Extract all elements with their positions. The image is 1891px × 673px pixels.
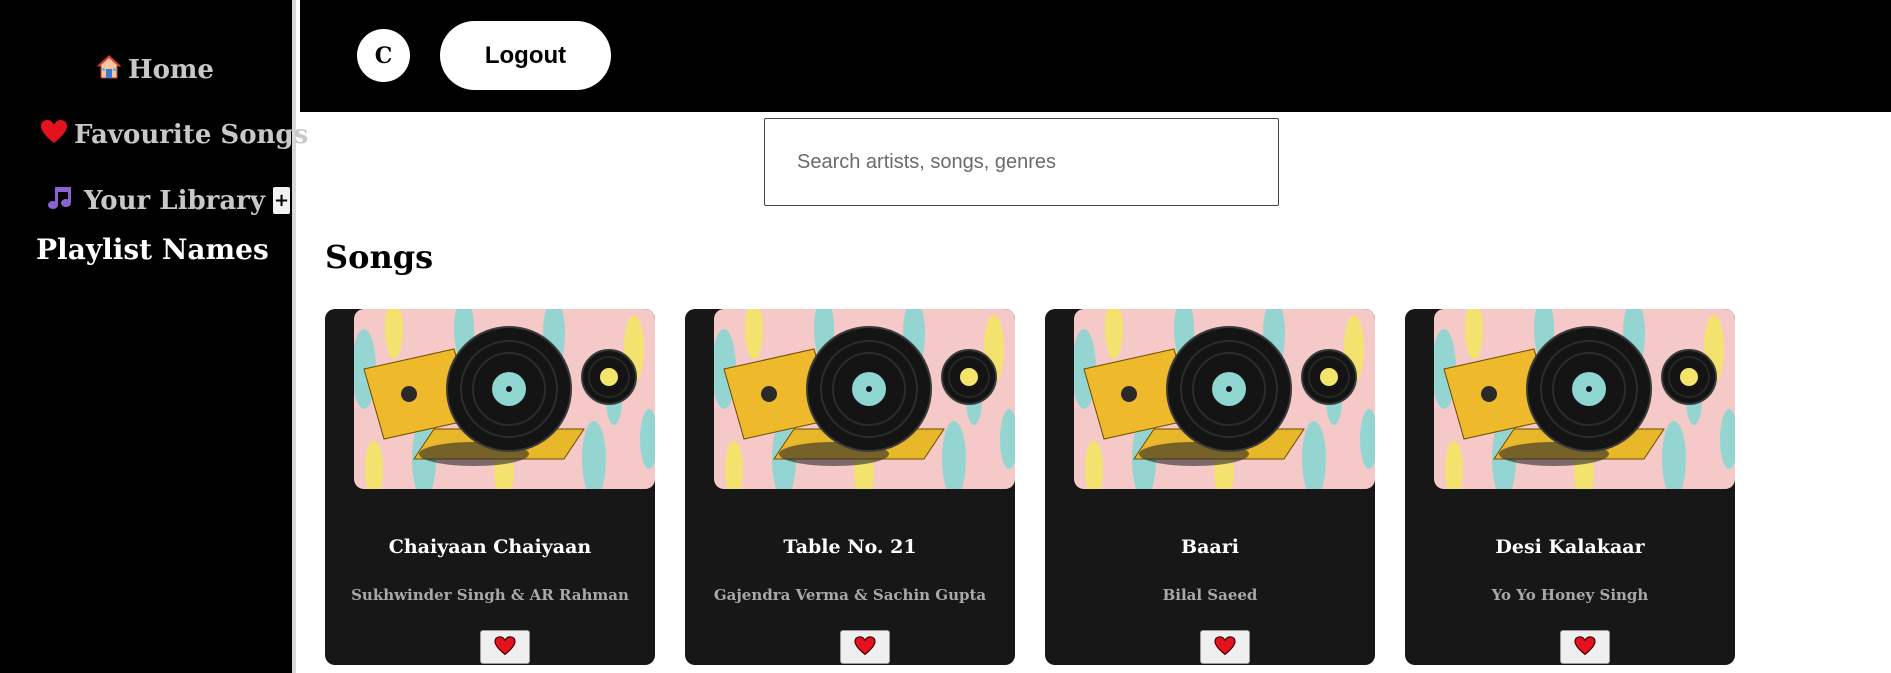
song-artist: Bilal Saeed bbox=[1162, 586, 1258, 604]
heart-icon bbox=[1574, 635, 1596, 659]
sidebar-item-label: Your Library bbox=[84, 185, 265, 216]
favourite-button[interactable] bbox=[1560, 630, 1610, 664]
album-art bbox=[1434, 309, 1735, 489]
sidebar-item-label: Home bbox=[128, 54, 214, 85]
song-artist: Sukhwinder Singh & AR Rahman bbox=[351, 586, 629, 604]
search-input[interactable] bbox=[764, 118, 1279, 206]
sidebar-item-favourite-songs[interactable]: Favourite Songs bbox=[40, 119, 308, 150]
favourite-button[interactable] bbox=[480, 630, 530, 664]
album-art bbox=[714, 309, 1015, 489]
song-title: Desi Kalakaar bbox=[1495, 536, 1645, 558]
songs-section-title: Songs bbox=[325, 238, 434, 276]
music-notes-icon bbox=[48, 185, 78, 216]
album-art bbox=[1074, 309, 1375, 489]
heart-icon bbox=[854, 635, 876, 659]
sidebar-item-your-library[interactable]: Your Library + bbox=[48, 185, 290, 216]
song-artist: Gajendra Verma & Sachin Gupta bbox=[713, 586, 987, 604]
avatar[interactable]: C bbox=[357, 29, 410, 82]
sidebar: Home Favourite Songs Your Library + Play… bbox=[0, 0, 308, 673]
song-title: Chaiyaan Chaiyaan bbox=[388, 536, 592, 558]
song-title: Table No. 21 bbox=[783, 536, 917, 558]
logout-button[interactable]: Logout bbox=[440, 21, 611, 90]
app: Home Favourite Songs Your Library + Play… bbox=[0, 0, 1891, 673]
song-artist: Yo Yo Honey Singh bbox=[1491, 586, 1649, 604]
song-title: Baari bbox=[1181, 536, 1239, 558]
heart-icon bbox=[1214, 635, 1236, 659]
heart-icon bbox=[494, 635, 516, 659]
song-card[interactable]: Chaiyaan Chaiyaan Sukhwinder Singh & AR … bbox=[325, 309, 655, 665]
song-card[interactable]: Desi Kalakaar Yo Yo Honey Singh bbox=[1405, 309, 1735, 665]
song-card[interactable]: Table No. 21 Gajendra Verma & Sachin Gup… bbox=[685, 309, 1015, 665]
favourite-button[interactable] bbox=[1200, 630, 1250, 664]
house-icon bbox=[96, 54, 122, 85]
add-playlist-button[interactable]: + bbox=[272, 187, 290, 214]
favourite-button[interactable] bbox=[840, 630, 890, 664]
playlist-names-heading: Playlist Names bbox=[36, 233, 269, 266]
sidebar-item-label: Favourite Songs bbox=[74, 119, 309, 150]
sidebar-item-home[interactable]: Home bbox=[96, 54, 214, 85]
song-card[interactable]: Baari Bilal Saeed bbox=[1045, 309, 1375, 665]
top-bar: C Logout bbox=[300, 0, 1891, 112]
album-art bbox=[354, 309, 655, 489]
heart-icon bbox=[40, 119, 68, 150]
